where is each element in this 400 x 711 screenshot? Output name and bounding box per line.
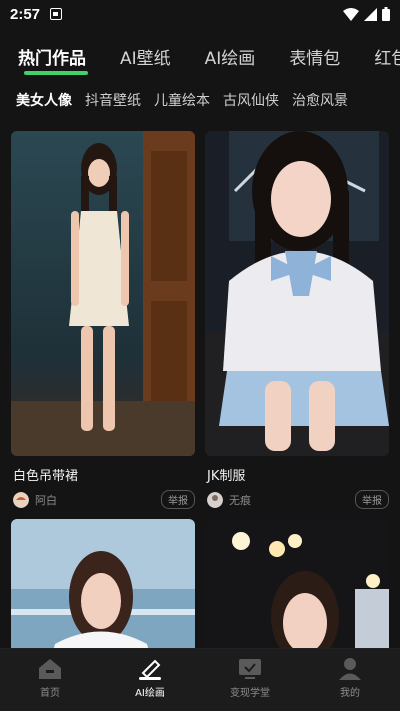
nav-label: 变现学堂 — [230, 688, 270, 699]
tab-label: 热门作品 — [18, 49, 86, 69]
artwork-card[interactable] — [205, 519, 389, 659]
artwork-meta: 阿白 举报 — [11, 490, 195, 509]
nav-profile[interactable]: 我的 — [300, 649, 400, 711]
author-name[interactable]: 阿白 — [35, 492, 57, 508]
subtab-healing-scenery[interactable]: 治愈风景 — [292, 90, 348, 116]
subtab-beauty-portrait[interactable]: 美女人像 — [16, 90, 72, 116]
home-icon — [39, 659, 61, 679]
subtab-douyin-wallpaper[interactable]: 抖音壁纸 — [85, 90, 141, 116]
artwork-image[interactable] — [205, 519, 389, 659]
artwork-image[interactable] — [11, 519, 195, 659]
tab-label: AI绘画 — [204, 49, 256, 69]
tab-red-envelope[interactable]: 红包 — [374, 38, 400, 69]
artwork-meta: 无痕 举报 — [205, 490, 389, 509]
avatar[interactable] — [13, 491, 29, 508]
nav-label: 首页 — [40, 688, 60, 699]
report-button[interactable]: 举报 — [355, 490, 389, 509]
artwork-image[interactable] — [205, 131, 389, 456]
subtab-children-picture-book[interactable]: 儿童绘本 — [154, 90, 210, 116]
avatar[interactable] — [207, 491, 223, 508]
status-bar: 2:57 — [0, 0, 400, 28]
tab-label: 红包 — [374, 49, 400, 69]
nav-label: AI绘画 — [135, 688, 165, 699]
nav-label: 我的 — [340, 688, 360, 699]
subtab-ancient-fantasy[interactable]: 古风仙侠 — [223, 90, 279, 116]
nav-home[interactable]: 首页 — [0, 649, 100, 711]
nav-monetization-school[interactable]: 变现学堂 — [200, 649, 300, 711]
notification-icon — [50, 8, 63, 20]
subcategory-tabs: 美女人像 抖音壁纸 儿童绘本 古风仙侠 治愈风景 — [0, 90, 400, 116]
status-icons — [343, 7, 390, 21]
artwork-title: JK制服 — [207, 469, 246, 484]
paint-icon — [139, 659, 161, 680]
tab-ai-wallpaper[interactable]: AI壁纸 — [120, 38, 171, 69]
bottom-navigation: 首页 AI绘画 变现学堂 我的 — [0, 648, 400, 711]
battery-icon — [382, 7, 390, 21]
tab-ai-painting[interactable]: AI绘画 — [205, 38, 256, 69]
tab-label: AI壁纸 — [120, 49, 171, 69]
artwork-card[interactable]: 白色吊带裙 阿白 举报 — [11, 131, 195, 509]
report-button[interactable]: 举报 — [161, 490, 195, 509]
artwork-card[interactable] — [11, 519, 195, 659]
artwork-image[interactable] — [11, 131, 195, 456]
tab-hot-works[interactable]: 热门作品 — [18, 38, 88, 75]
artwork-title: 白色吊带裙 — [13, 469, 79, 484]
category-tabs: 热门作品 AI壁纸 AI绘画 表情包 红包 — [0, 38, 400, 80]
tab-label: 表情包 — [289, 49, 341, 69]
tab-stickers[interactable]: 表情包 — [289, 38, 340, 69]
profile-icon — [339, 658, 361, 680]
wifi-icon — [343, 7, 359, 21]
active-tab-indicator — [24, 71, 88, 75]
artwork-card[interactable]: JK制服 无痕 举报 — [205, 131, 389, 509]
classroom-icon — [239, 659, 261, 679]
status-time: 2:57 — [10, 5, 41, 23]
author-name[interactable]: 无痕 — [229, 492, 251, 508]
signal-icon — [364, 7, 377, 21]
nav-ai-painting[interactable]: AI绘画 — [100, 649, 200, 711]
